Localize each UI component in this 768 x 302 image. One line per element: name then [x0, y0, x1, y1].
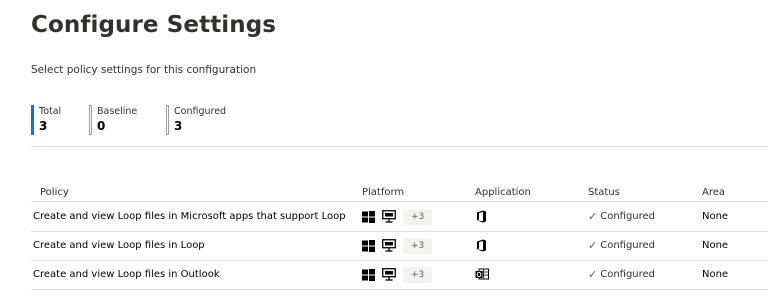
table-row[interactable]: Create and view Loop files in Loop +3 ✓ … [31, 231, 768, 261]
platform-cell: +3 [362, 231, 433, 260]
windows-icon [362, 239, 375, 252]
platform-cell: +3 [362, 202, 433, 231]
page-subtitle: Select policy settings for this configur… [31, 64, 257, 76]
divider [31, 146, 768, 147]
stat-value: 3 [39, 119, 48, 133]
status-text: Configured [600, 211, 656, 222]
area-value: None [702, 240, 729, 251]
status-cell: ✓ Configured [588, 231, 655, 260]
stat-value: 3 [174, 119, 183, 133]
column-header-status[interactable]: Status [588, 187, 620, 198]
status-cell: ✓ Configured [588, 202, 655, 231]
area-value: None [702, 211, 729, 222]
platform-more-badge[interactable]: +3 [403, 266, 433, 283]
page-title: Configure Settings [31, 12, 277, 38]
stat-indicator [166, 105, 169, 135]
platform-cell: +3 [362, 260, 433, 289]
stat-label: Configured [174, 106, 227, 117]
stat-label: Baseline [97, 106, 138, 117]
stat-indicator-active [31, 105, 34, 135]
table-row[interactable]: Create and view Loop files in Outlook +3… [31, 260, 768, 290]
outlook-icon [475, 260, 489, 289]
column-header-policy[interactable]: Policy [40, 187, 69, 198]
status-text: Configured [600, 240, 656, 251]
column-header-platform[interactable]: Platform [362, 187, 404, 198]
platform-more-badge[interactable]: +3 [403, 208, 433, 225]
stat-baseline[interactable]: Baseline 0 [89, 105, 137, 135]
stat-indicator [89, 105, 92, 135]
policy-name[interactable]: Create and view Loop files in Outlook [33, 260, 220, 289]
office-icon [476, 231, 487, 260]
table-header: Policy Platform Application Status Area [31, 184, 768, 200]
checkmark-icon: ✓ [588, 268, 598, 281]
desktop-icon [382, 210, 396, 223]
stat-label: Total [39, 106, 62, 117]
column-header-application[interactable]: Application [475, 187, 531, 198]
platform-more-badge[interactable]: +3 [403, 237, 433, 254]
checkmark-icon: ✓ [588, 239, 598, 252]
desktop-icon [382, 239, 396, 252]
table-row[interactable]: Create and view Loop files in Microsoft … [31, 201, 768, 232]
windows-icon [362, 210, 375, 223]
checkmark-icon: ✓ [588, 210, 598, 223]
policy-name[interactable]: Create and view Loop files in Loop [33, 231, 205, 260]
windows-icon [362, 268, 375, 281]
stat-configured[interactable]: Configured 3 [166, 105, 226, 135]
status-text: Configured [600, 269, 656, 280]
desktop-icon [382, 268, 396, 281]
policy-name[interactable]: Create and view Loop files in Microsoft … [33, 202, 346, 231]
status-cell: ✓ Configured [588, 260, 655, 289]
office-icon [476, 202, 487, 231]
column-header-area[interactable]: Area [702, 187, 725, 198]
area-value: None [702, 269, 729, 280]
stat-value: 0 [97, 119, 106, 133]
stat-total[interactable]: Total 3 [31, 105, 61, 135]
